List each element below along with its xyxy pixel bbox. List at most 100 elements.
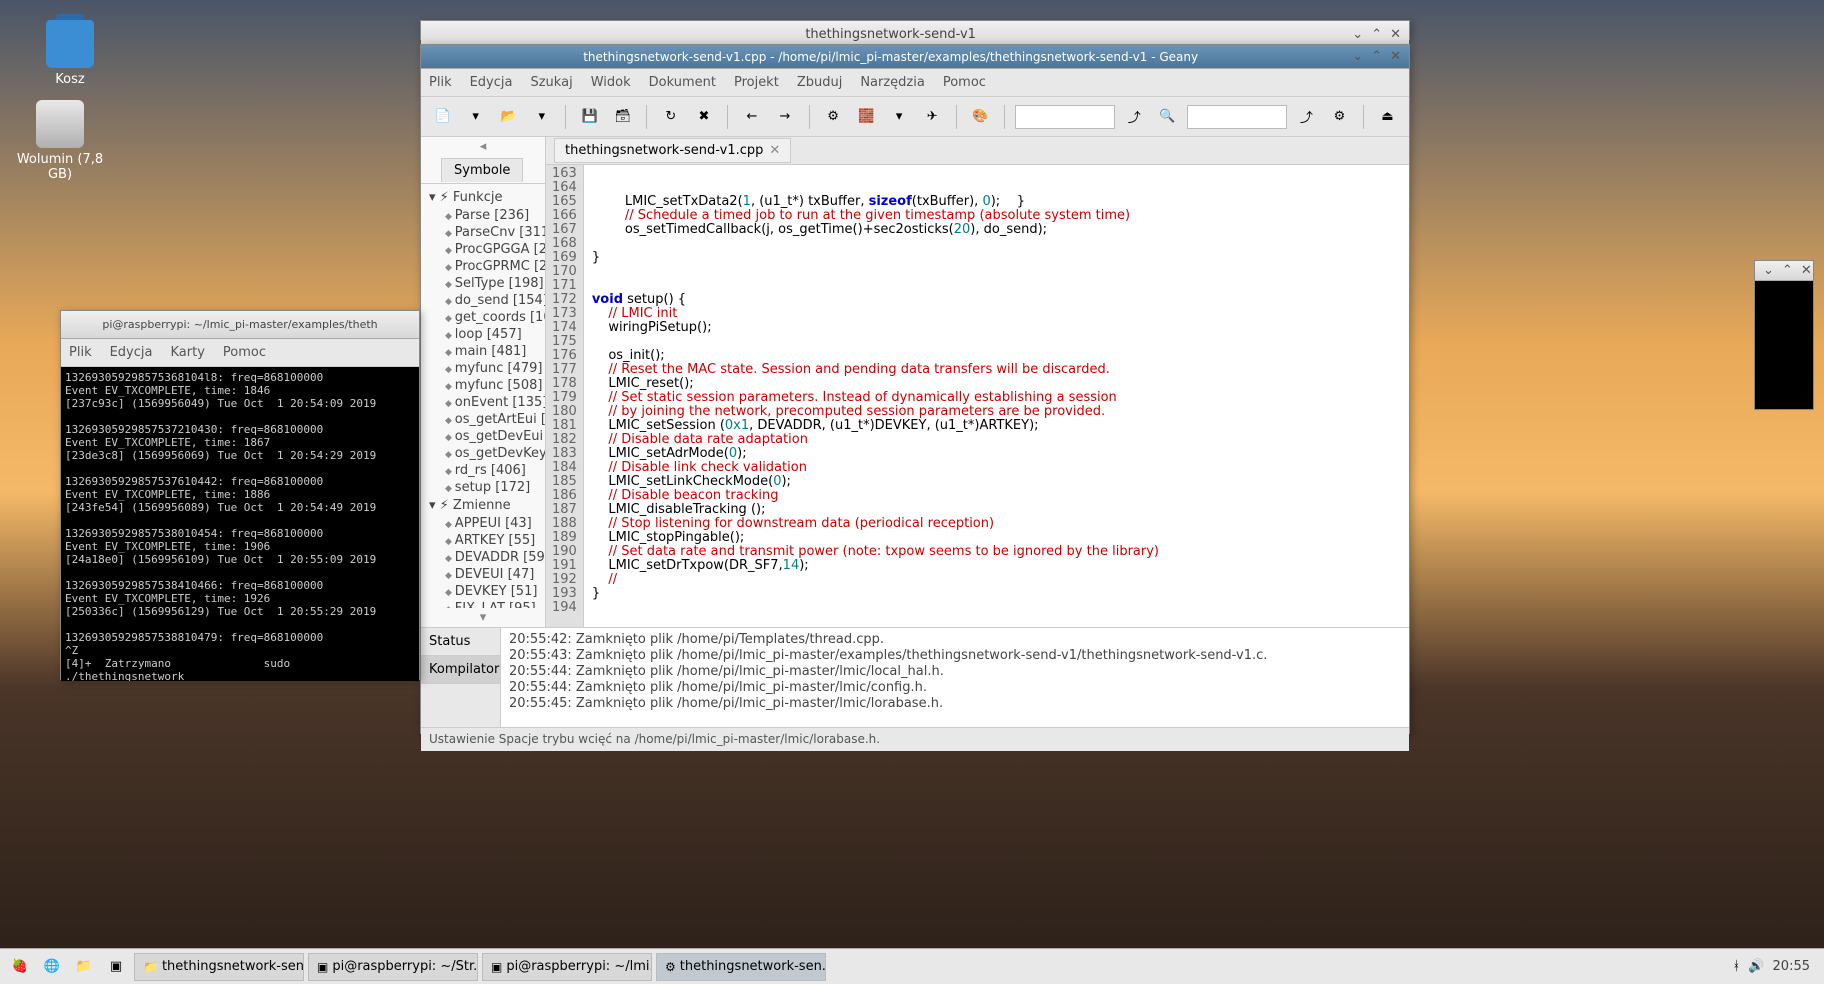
dropdown-icon[interactable]: ▾: [528, 103, 555, 131]
menu-szukaj[interactable]: Szukaj: [530, 75, 572, 90]
symbol-item[interactable]: ARTKEY [55]: [421, 532, 545, 549]
symbol-item[interactable]: APPEUI [43]: [421, 515, 545, 532]
geany-toolbar: 📄 ▾ 📂 ▾ 💾 🗃 ↻ ✖ ← → ⚙ 🧱 ▾ ✈ 🎨 ⤴ 🔍 ⤴ ⚙ ⏏: [421, 97, 1409, 137]
desktop-trash[interactable]: Kosz: [20, 20, 120, 87]
status-tab[interactable]: Status: [421, 628, 500, 656]
browser-icon[interactable]: 🌐: [38, 953, 66, 981]
open-button[interactable]: 📂: [495, 103, 522, 131]
menu-edycja[interactable]: Edycja: [110, 345, 153, 360]
menu-karty[interactable]: Karty: [170, 345, 204, 360]
search-button[interactable]: 🔍: [1154, 103, 1181, 131]
terminal-content[interactable]: 132693059298575368104l8: freq=868100000 …: [61, 367, 419, 681]
minimize-icon[interactable]: ⌄: [1352, 27, 1363, 42]
sidebar-scroll-down[interactable]: ▾: [421, 608, 545, 627]
trash-icon: [46, 20, 94, 68]
volume-icon[interactable]: 🔊: [1748, 959, 1764, 974]
symbol-item[interactable]: onEvent [135]: [421, 394, 545, 411]
symbol-item[interactable]: ProcGPGGA [275]: [421, 241, 545, 258]
clock[interactable]: 20:55: [1773, 959, 1810, 974]
minimize-icon[interactable]: ⌄: [1763, 263, 1774, 278]
symbol-item[interactable]: get_coords [106]: [421, 309, 545, 326]
symbol-item[interactable]: ProcGPRMC [258]: [421, 258, 545, 275]
symbol-item[interactable]: setup [172]: [421, 479, 545, 496]
symbol-item[interactable]: Parse [236]: [421, 207, 545, 224]
symbol-item[interactable]: myfunc [479]: [421, 360, 545, 377]
menu-edycja[interactable]: Edycja: [470, 75, 513, 90]
search-input[interactable]: [1187, 105, 1287, 129]
menu-plik[interactable]: Plik: [69, 345, 92, 360]
forward-button[interactable]: →: [771, 103, 798, 131]
terminal-window: pi@raspberrypi: ~/lmic_pi-master/example…: [60, 310, 420, 680]
save-button[interactable]: 💾: [576, 103, 603, 131]
symbol-item[interactable]: loop [457]: [421, 326, 545, 343]
code-editor[interactable]: 1631641651661671681691701711721731741751…: [546, 165, 1409, 627]
filemanager-icon[interactable]: 📁: [70, 953, 98, 981]
symbol-item[interactable]: os_getDevKey [64]: [421, 445, 545, 462]
quit-button[interactable]: ⏏: [1374, 103, 1401, 131]
dropdown-icon[interactable]: ▾: [462, 103, 489, 131]
close-icon[interactable]: ✕: [1801, 263, 1812, 278]
menu-projekt[interactable]: Projekt: [734, 75, 779, 90]
tab-close-icon[interactable]: ✕: [769, 143, 780, 158]
symbol-item[interactable]: os_getDevEui [60]: [421, 428, 545, 445]
desktop-volume[interactable]: Wolumin (7,8 GB): [10, 100, 110, 182]
close-file-button[interactable]: ✖: [690, 103, 717, 131]
symbol-item[interactable]: DEVADDR [59]: [421, 549, 545, 566]
build-button[interactable]: 🧱: [853, 103, 880, 131]
goto-line-input[interactable]: [1015, 105, 1115, 129]
menu-widok[interactable]: Widok: [591, 75, 631, 90]
symbol-item[interactable]: DEVEUI [47]: [421, 566, 545, 583]
new-file-button[interactable]: 📄: [429, 103, 456, 131]
task-button[interactable]: ▣ pi@raspberrypi: ~/lmi...: [482, 953, 652, 981]
task-button[interactable]: 📁 thethingsnetwork-sen...: [134, 953, 304, 981]
filemanager-window[interactable]: thethingsnetwork-send-v1 ⌄ ⌃ ✕: [420, 20, 1410, 40]
background-terminal-window[interactable]: ⌄ ⌃ ✕: [1754, 260, 1814, 410]
reload-button[interactable]: ↻: [657, 103, 684, 131]
search-go-button[interactable]: ⤴: [1293, 103, 1320, 131]
symbol-item[interactable]: do_send [154]: [421, 292, 545, 309]
close-icon[interactable]: ✕: [1390, 49, 1401, 64]
symbol-item[interactable]: FIX_LAT [95]: [421, 600, 545, 608]
symbol-item[interactable]: rd_rs [406]: [421, 462, 545, 479]
minimize-icon[interactable]: ⌄: [1352, 49, 1363, 64]
menu-pomoc[interactable]: Pomoc: [943, 75, 986, 90]
goto-line-button[interactable]: ⤴: [1121, 103, 1148, 131]
symbols-tab[interactable]: Symbole: [441, 158, 523, 182]
preferences-button[interactable]: ⚙: [1326, 103, 1353, 131]
save-all-button[interactable]: 🗃: [609, 103, 636, 131]
sidebar-scroll-left[interactable]: ◂: [421, 137, 545, 156]
task-button[interactable]: ▣ pi@raspberrypi: ~/Str...: [308, 953, 478, 981]
bluetooth-icon[interactable]: ᚼ: [1733, 959, 1741, 974]
symbol-item[interactable]: DEVKEY [51]: [421, 583, 545, 600]
symbol-item[interactable]: SelType [198]: [421, 275, 545, 292]
menu-zbuduj[interactable]: Zbuduj: [797, 75, 843, 90]
maximize-icon[interactable]: ⌃: [1371, 27, 1382, 42]
color-button[interactable]: 🎨: [967, 103, 994, 131]
maximize-icon[interactable]: ⌃: [1371, 49, 1382, 64]
dropdown-icon[interactable]: ▾: [886, 103, 913, 131]
editor-tab[interactable]: thethingsnetwork-send-v1.cpp ✕: [554, 138, 791, 163]
terminal-icon[interactable]: ▣: [102, 953, 130, 981]
message-line: 20:55:42: Zamknięto plik /home/pi/Templa…: [509, 632, 1401, 648]
start-menu-button[interactable]: 🍓: [6, 953, 34, 981]
symbol-group-functions[interactable]: ▾ ⚡ Funkcje: [421, 188, 545, 207]
symbol-item[interactable]: myfunc [508]: [421, 377, 545, 394]
run-button[interactable]: ✈: [919, 103, 946, 131]
message-line: 20:55:45: Zamknięto plik /home/pi/lmic_p…: [509, 696, 1401, 712]
menu-plik[interactable]: Plik: [429, 75, 452, 90]
task-button[interactable]: ⚙ thethingsnetwork-sen...: [656, 953, 826, 981]
maximize-icon[interactable]: ⌃: [1782, 263, 1793, 278]
symbol-item[interactable]: ParseCnv [311]: [421, 224, 545, 241]
menu-narzędzia[interactable]: Narzędzia: [860, 75, 925, 90]
kompilator-tab[interactable]: Kompilator: [421, 656, 500, 684]
symbol-item[interactable]: main [481]: [421, 343, 545, 360]
menu-pomoc[interactable]: Pomoc: [223, 345, 266, 360]
back-button[interactable]: ←: [738, 103, 765, 131]
compile-button[interactable]: ⚙: [820, 103, 847, 131]
menu-dokument[interactable]: Dokument: [649, 75, 716, 90]
symbol-group-variables[interactable]: ▾ ⚡ Zmienne: [421, 496, 545, 515]
close-icon[interactable]: ✕: [1390, 27, 1401, 42]
geany-titlebar[interactable]: thethingsnetwork-send-v1.cpp - /home/pi/…: [421, 45, 1409, 69]
drive-icon: [36, 100, 84, 148]
symbol-item[interactable]: os_getArtEui [62]: [421, 411, 545, 428]
